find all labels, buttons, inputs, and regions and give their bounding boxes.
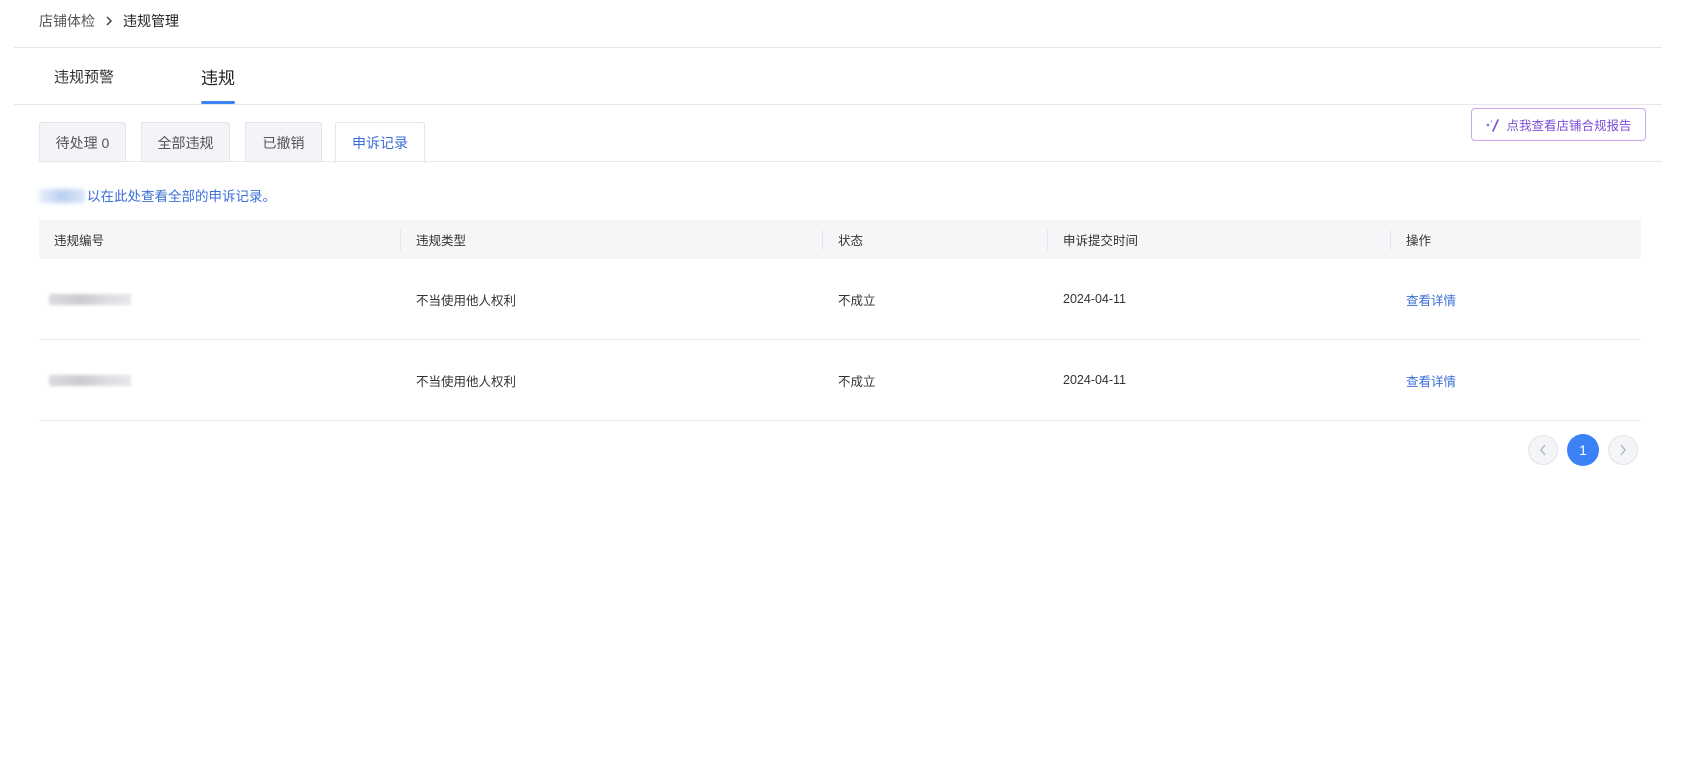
cell-appeal-time: 2024-04-11 [1063,292,1127,306]
view-details-link[interactable]: 查看详情 [1406,340,1456,420]
tab-violation-warning[interactable]: 违规预警 [54,48,114,104]
column-divider [400,230,401,250]
appeal-notice: 以在此处查看全部的申诉记录。 [39,185,276,205]
subtab-all-violations[interactable]: 全部违规 [141,122,230,162]
page: 店铺体检 违规管理 违规预警 违规 待处理 0 全部违规 已撤销 申诉记录 点我… [14,0,1662,782]
table-row: 不当使用他人权利 不成立 2024-04-11 查看详情 [39,259,1641,340]
redacted-id [49,293,131,305]
view-details-link[interactable]: 查看详情 [1406,259,1456,339]
cell-violation-id [49,259,131,339]
notice-text: 以在此处查看全部的申诉记录。 [87,189,276,204]
breadcrumb-item-violation-management: 违规管理 [123,13,179,29]
cell-violation-type: 不当使用他人权利 [416,374,517,389]
subtabs-divider [39,161,1662,162]
table-header: 违规编号 违规类型 状态 申诉提交时间 操作 [39,220,1641,259]
column-divider [1047,230,1048,250]
col-violation-id: 违规编号 [54,234,105,248]
subtab-pending[interactable]: 待处理 0 [39,122,126,162]
chevron-left-icon [1539,444,1547,456]
tab-label: 违规预警 [54,68,115,86]
redacted-text [39,189,85,203]
cell-status: 不成立 [838,374,876,389]
cell-violation-id [49,340,131,420]
breadcrumb: 店铺体检 违规管理 [39,11,179,31]
tab-violation[interactable]: 违规 [201,48,235,104]
sparkle-wand-icon [1485,118,1501,132]
chevron-right-icon [1619,444,1627,456]
compliance-report-label: 点我查看店铺合规报告 [1506,119,1632,133]
col-status: 状态 [838,234,864,248]
table-row: 不当使用他人权利 不成立 2024-04-11 查看详情 [39,340,1641,421]
tab-label: 违规 [201,68,235,88]
column-divider [1390,230,1391,250]
cell-appeal-time: 2024-04-11 [1063,373,1127,387]
main-tabs: 违规预警 违规 [14,48,1662,104]
pagination-page-1[interactable]: 1 [1567,434,1599,466]
tabs-divider [14,104,1662,105]
col-action: 操作 [1406,234,1432,248]
redacted-id [49,374,131,386]
column-divider [822,230,823,250]
pagination-prev-button[interactable] [1528,435,1558,465]
subtab-appeal-records[interactable]: 申诉记录 [335,122,425,163]
subtab-revoked[interactable]: 已撤销 [245,122,322,162]
pagination-next-button[interactable] [1608,435,1638,465]
compliance-report-button[interactable]: 点我查看店铺合规报告 [1471,108,1646,141]
breadcrumb-item-shop-checkup[interactable]: 店铺体检 [39,11,95,31]
col-violation-type: 违规类型 [416,234,467,248]
col-appeal-time: 申诉提交时间 [1063,234,1139,248]
chevron-right-icon [105,16,113,26]
cell-status: 不成立 [838,293,876,308]
appeal-records-table: 违规编号 违规类型 状态 申诉提交时间 操作 不当使用他人权利 不成立 2024… [39,220,1641,421]
cell-violation-type: 不当使用他人权利 [416,293,517,308]
